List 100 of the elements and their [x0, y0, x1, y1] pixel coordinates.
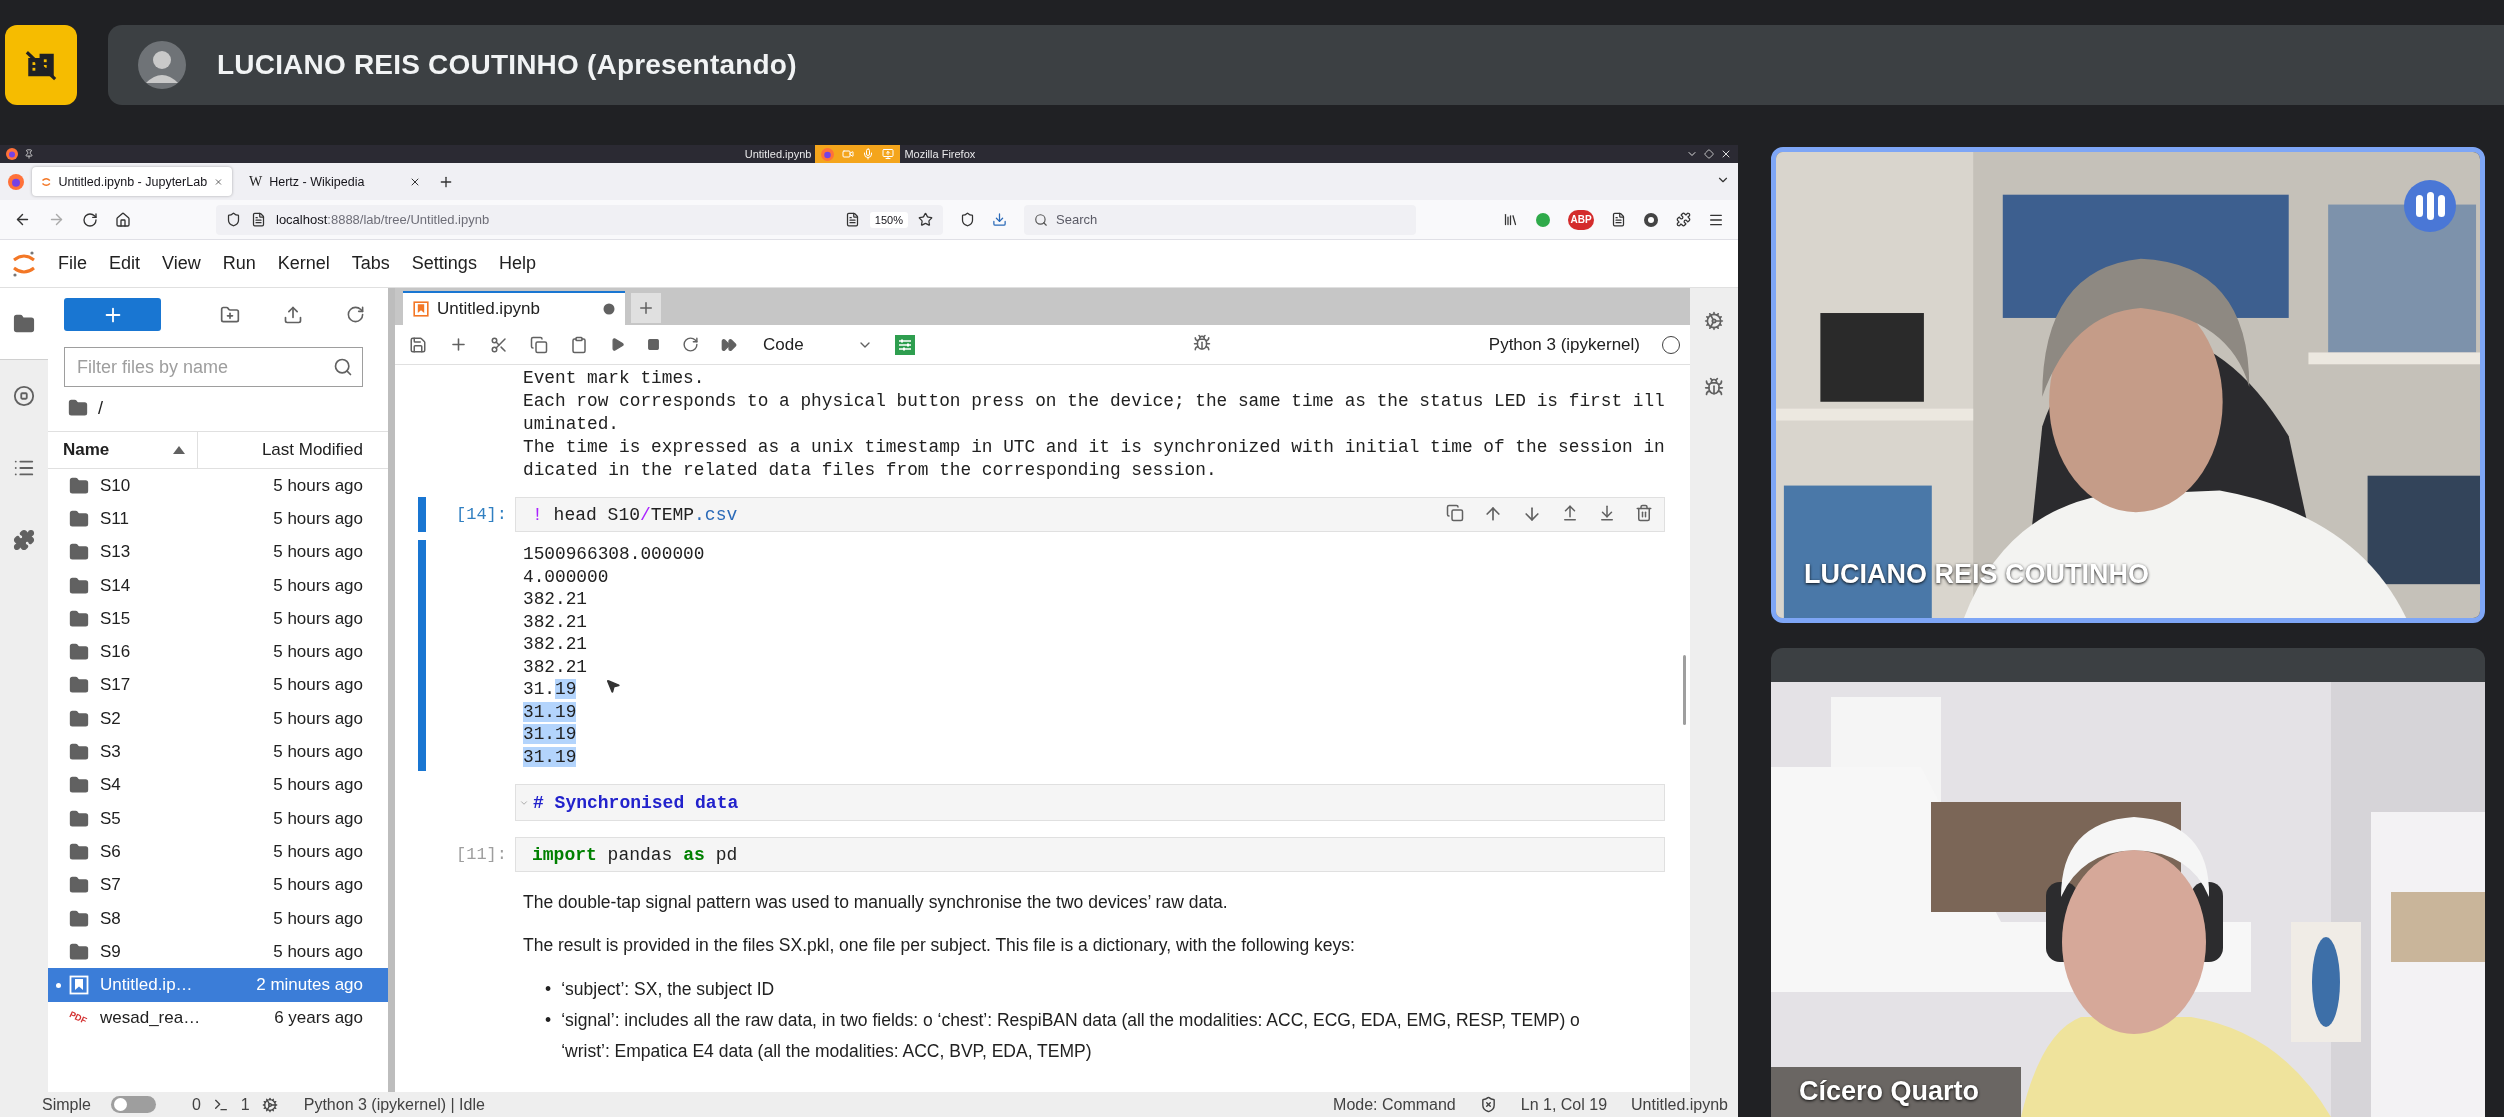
zoom-level-badge[interactable]: 150%	[869, 211, 908, 228]
file-row[interactable]: S4 5 hours ago	[48, 768, 388, 802]
bug-icon[interactable]	[1704, 377, 1724, 397]
kernel-status[interactable]: Python 3 (ipykernel) | Idle	[303, 1095, 485, 1114]
back-icon[interactable]	[14, 211, 31, 228]
filter-field[interactable]: Filter files by name	[64, 347, 363, 387]
run-icon[interactable]	[610, 337, 625, 352]
menu-item[interactable]: View	[162, 253, 201, 274]
folder-icon	[69, 575, 89, 596]
menu-item[interactable]: Settings	[411, 253, 477, 274]
file-row[interactable]: S14 5 hours ago	[48, 568, 388, 603]
code-editor[interactable]: import pandas as pd	[515, 837, 1665, 872]
save-icon[interactable]	[409, 335, 427, 354]
output-text-line: dicated in the related data files from the corresponding session.	[522, 459, 1218, 482]
file-row[interactable]: S13 5 hours ago	[48, 535, 388, 569]
notebook-tab[interactable]: Untitled.ipynb	[403, 291, 625, 325]
reload-icon[interactable]	[82, 211, 98, 228]
menu-item[interactable]: Run	[222, 253, 256, 274]
kernel-name[interactable]: Python 3 (ipykernel)	[1488, 334, 1640, 355]
circle-icon[interactable]	[1643, 211, 1659, 228]
paste-icon[interactable]	[570, 335, 588, 354]
file-row[interactable]: S17 5 hours ago	[48, 668, 388, 703]
extensions-icon[interactable]	[1676, 212, 1691, 227]
file-modified: 5 hours ago	[273, 875, 363, 896]
file-row[interactable]: S3 5 hours ago	[48, 735, 388, 769]
file-row[interactable]: S11 5 hours ago	[48, 502, 388, 536]
insert-below-icon[interactable]	[1598, 504, 1616, 522]
cut-icon[interactable]	[490, 335, 508, 354]
file-row[interactable]: S6 5 hours ago	[48, 835, 388, 869]
column-header[interactable]: Last Modified	[261, 440, 363, 460]
mouse-pointer-icon	[605, 678, 621, 694]
stop-icon[interactable]	[647, 338, 660, 351]
heading-text: # Synchronised data	[533, 792, 739, 813]
file-row[interactable]: Untitled.ip… 2 minutes ago	[48, 968, 388, 1002]
file-row[interactable]: S2 5 hours ago	[48, 702, 388, 736]
refresh-icon[interactable]	[346, 305, 365, 324]
file-row[interactable]: S10 5 hours ago	[48, 469, 388, 503]
menu-item[interactable]: Help	[498, 253, 536, 274]
file-modified: 5 hours ago	[273, 675, 363, 696]
unsaved-dot-icon[interactable]	[603, 303, 615, 315]
property-inspector-icon[interactable]	[895, 334, 915, 355]
breadcrumb-path[interactable]: /	[98, 397, 103, 419]
output-line: 382.21	[522, 610, 588, 633]
file-row[interactable]: S16 5 hours ago	[48, 635, 388, 669]
maximize-icon[interactable]	[1704, 149, 1714, 159]
duplicate-icon[interactable]	[1446, 504, 1464, 522]
file-row[interactable]: S7 5 hours ago	[48, 868, 388, 902]
close-icon[interactable]	[1720, 148, 1732, 160]
ad-block-icon[interactable]: ABP	[1568, 209, 1594, 230]
file-row[interactable]: S5 5 hours ago	[48, 801, 388, 836]
plus-icon[interactable]	[449, 335, 468, 354]
cursor-position[interactable]: Ln 1, Col 19	[1520, 1095, 1608, 1114]
presenting-button[interactable]	[5, 25, 77, 105]
menu-item[interactable]: Kernel	[277, 253, 330, 274]
terminal-count[interactable]: 0	[191, 1095, 201, 1114]
reader-view-icon[interactable]	[844, 212, 860, 227]
cell-type-dropdown[interactable]: Code	[763, 334, 873, 355]
delete-icon[interactable]	[1635, 504, 1653, 522]
file-name: S2	[100, 708, 122, 729]
document-icon[interactable]	[1611, 212, 1626, 227]
browser-tab[interactable]: Untitled.ipynb - JupyterLab	[32, 167, 232, 196]
new-folder-icon[interactable]	[220, 304, 240, 325]
menu-item[interactable]: Tabs	[351, 253, 390, 274]
folder-icon	[69, 608, 89, 629]
heading-cell[interactable]: # Synchronised data	[515, 784, 1665, 821]
simple-mode-toggle[interactable]	[110, 1096, 156, 1113]
file-row[interactable]: S9 5 hours ago	[48, 935, 388, 969]
home-icon[interactable]	[115, 211, 131, 228]
download-icon[interactable]	[992, 212, 1007, 227]
fast-forward-icon[interactable]	[721, 336, 737, 353]
add-tab-button[interactable]	[631, 293, 661, 323]
address-bar[interactable]: localhost:8888/lab/tree/Untitled.ipynb 150%	[216, 204, 943, 235]
file-row[interactable]: S15 5 hours ago	[48, 602, 388, 636]
file-row[interactable]: PDF wesad_rea… 6 years ago	[48, 1001, 388, 1036]
insert-above-icon[interactable]	[1561, 504, 1579, 522]
bullet-item: ‘signal’: includes all the raw data, in two fields: o ‘chest’: RespiBAN data (all the modalities: ACC, ECG, EDA, EMG, RESP, TEMP) o ‘wrist’: Empatica E4 data (all the modalities: ACC, BVP, EDA, TEMP)	[561, 1009, 1581, 1063]
copy-icon[interactable]	[530, 335, 548, 354]
bug-icon[interactable]	[1192, 333, 1211, 352]
output-line: 1500966308.000000	[522, 543, 705, 566]
file-row[interactable]: S8 5 hours ago	[48, 901, 388, 936]
menu-item[interactable]: File	[58, 253, 87, 274]
browser-tab[interactable]: W Hertz - Wikipedia	[240, 167, 430, 196]
kernel-count[interactable]: 1	[240, 1095, 250, 1114]
pin-icon	[24, 149, 34, 159]
menu-item[interactable]: Edit	[109, 253, 141, 274]
library-icon[interactable]	[1503, 212, 1518, 227]
scrollbar-thumb[interactable]	[1683, 655, 1686, 725]
file-modified: 5 hours ago	[273, 808, 363, 829]
folder-icon	[69, 742, 89, 762]
restart-icon[interactable]	[682, 336, 699, 353]
search-field[interactable]: Search	[1024, 204, 1416, 235]
column-header[interactable]: Name	[63, 440, 110, 460]
folder-icon	[69, 908, 89, 929]
bullet-item: ‘subject’: SX, the subject ID	[561, 978, 776, 1001]
upload-icon[interactable]	[283, 304, 303, 325]
code-editor[interactable]: ! head S10/TEMP.csv	[515, 497, 1665, 532]
folder-icon	[69, 941, 89, 962]
sidebar-tab[interactable]	[0, 288, 48, 360]
gears-icon[interactable]	[1704, 311, 1724, 331]
star-icon[interactable]	[918, 212, 933, 227]
